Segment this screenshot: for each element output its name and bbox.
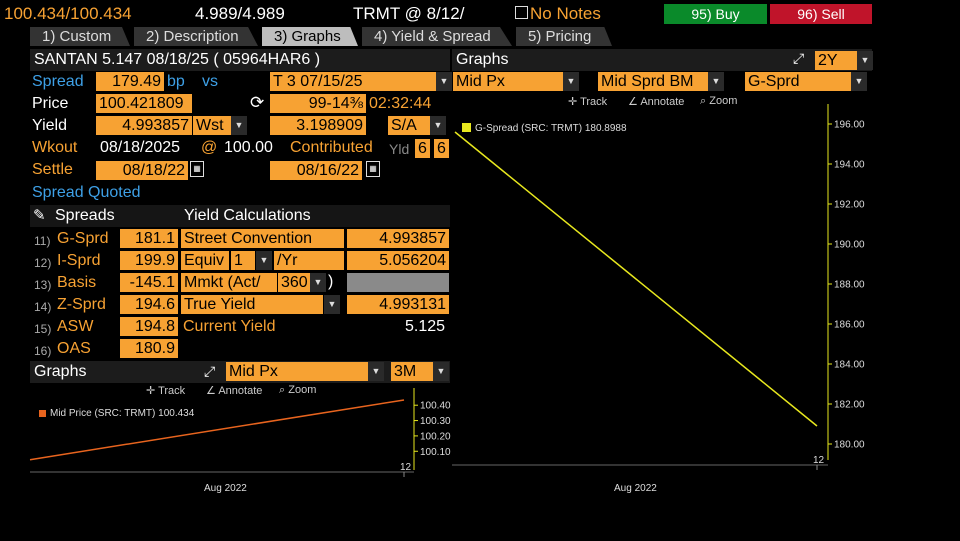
x-tick-label: Aug 2022 <box>204 483 247 494</box>
big-graph-track-button[interactable]: ✛ Track <box>568 95 607 108</box>
big-track-icon: ✛ <box>568 96 578 108</box>
big-zoom-icon: ⌕ <box>700 95 707 107</box>
big-graph-zoom-button[interactable]: ⌕ Zoom <box>700 95 737 108</box>
big-graph-header: Graphs <box>452 49 872 71</box>
big-graph-spread-bm-select[interactable]: Mid Sprd BM <box>598 72 708 91</box>
big-graph-range-dropdown-icon[interactable]: ▼ <box>857 51 873 70</box>
big-graph-annotate-button[interactable]: ∠ Annotate <box>628 95 684 108</box>
y-tick-label: 100.20 <box>420 431 451 442</box>
legend-label: Mid Price (SRC: TRMT) 100.434 <box>50 408 195 419</box>
big-graph-range-select[interactable]: 2Y <box>815 51 857 70</box>
big-graph-spread-type-dropdown-icon[interactable]: ▼ <box>851 72 867 91</box>
big-graph-spread-type-select[interactable]: G-Sprd <box>745 72 851 91</box>
legend-swatch <box>39 410 46 417</box>
big-graph-expand-icon[interactable]: ⤢ <box>793 50 804 67</box>
big-graph-spread-bm-dropdown-icon[interactable]: ▼ <box>708 72 724 91</box>
big-graph-measure-select[interactable]: Mid Px <box>453 72 563 91</box>
y-tick-label: 100.30 <box>420 416 451 427</box>
big-graph-measure-dropdown-icon[interactable]: ▼ <box>563 72 579 91</box>
big-annotate-icon: ∠ <box>628 96 638 108</box>
y-tick-label: 100.40 <box>420 401 451 412</box>
y-tick-label: 100.10 <box>420 447 451 458</box>
big-graph-title: Graphs <box>456 51 509 68</box>
x-tick-label: 12 <box>400 462 412 473</box>
